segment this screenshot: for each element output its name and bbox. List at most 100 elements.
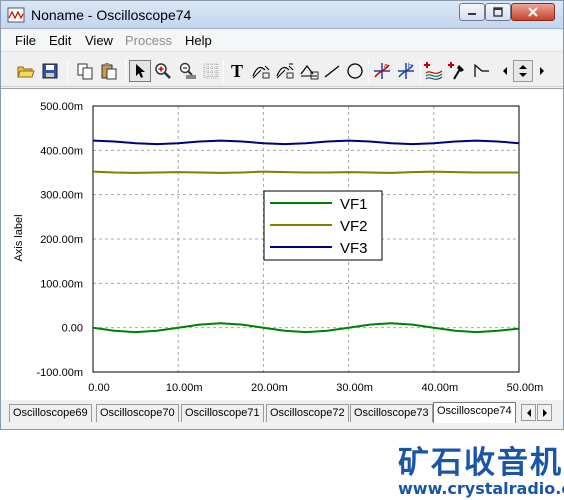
line-tool-button[interactable] [321,60,343,82]
svg-text:b: b [408,63,412,70]
toolbar-separator [368,60,369,82]
tab-oscilloscope69[interactable]: Oscilloscope69 [9,404,92,422]
legend[interactable]: VF1 VF2 VF3 [263,190,383,261]
series-line-vf3 [92,139,520,146]
toolbar-up-down-spinner[interactable] [513,60,533,82]
chevron-right-icon [542,408,547,417]
up-down-arrows-icon [519,65,527,77]
copy-button[interactable] [74,60,96,82]
chevron-right-icon [540,67,544,75]
step-response-button[interactable] [471,60,493,82]
tab-oscilloscope71[interactable]: Oscilloscope71 [181,404,264,422]
legend-label-vf3: VF3 [340,240,368,257]
toolbar-separator [67,60,68,82]
x-tick-label: 40.00m [421,382,458,394]
toolbar-separator [420,60,421,82]
menu-file[interactable]: File [15,33,36,48]
probe-button[interactable] [447,60,469,82]
minimize-button[interactable] [459,3,485,21]
zoom-in-button[interactable] [152,60,174,82]
tab-scroll-left-button[interactable] [521,404,536,421]
y-tick-label: -100.00m [37,367,83,379]
legend-label-vf2: VF2 [340,218,368,235]
svg-text:a: a [384,63,388,70]
label-tool-button[interactable] [298,60,320,82]
tab-oscilloscope74[interactable]: Oscilloscope74 [433,402,516,423]
legend-label-vf1: VF1 [340,196,368,213]
text-tool-button[interactable]: T [226,60,248,82]
probe-icon [448,62,464,80]
tab-oscilloscope73[interactable]: Oscilloscope73 [350,404,433,422]
zoom-in-icon [155,63,171,79]
y-tick-label: 400.00m [40,145,83,157]
toolbar-separator [223,60,224,82]
cursor-b-button[interactable] [274,60,296,82]
paste-button[interactable] [98,60,120,82]
add-trace-button[interactable] [423,60,445,82]
maximize-button[interactable] [485,3,511,21]
grid-toggle-button[interactable] [200,60,222,82]
toolbar: T a b [1,51,563,87]
text-tool-icon: T [230,60,243,81]
menu-view[interactable]: View [85,33,113,48]
tab-oscilloscope72[interactable]: Oscilloscope72 [266,404,349,422]
close-button[interactable] [511,3,555,21]
add-trace-icon [424,62,443,80]
cursor-a-marker-button[interactable]: a [371,60,393,82]
save-button[interactable] [39,60,61,82]
x-tick-label: 10.00m [166,382,203,394]
copy-icon [77,63,93,80]
toolbar-separator [125,60,126,82]
oscilloscope-app-icon [7,7,25,23]
oscilloscope-window: Noname - Oscilloscope74 File Edit View P… [0,0,564,430]
y-tick-label: 200.00m [40,234,83,246]
oscilloscope-plot-area[interactable]: 500.00m 400.00m 300.00m 200.00m 100.00m 0.00-… [1,88,563,400]
tab-oscilloscope70[interactable]: Oscilloscope70 [96,404,179,422]
x-tick-label: 0.00 [88,382,109,394]
crosshair-b-icon: b [398,63,414,79]
zoom-100-icon [179,62,196,79]
menu-bar: File Edit View Process Help [1,30,563,50]
select-pointer-button[interactable] [129,60,151,82]
oscilloscope-chart[interactable]: 500.00m 400.00m 300.00m 200.00m 100.00m 0.00-… [1,89,563,401]
cursor-b-marker-button[interactable]: b [395,60,417,82]
window-title: Noname - Oscilloscope74 [31,7,192,23]
x-tick-label: 20.00m [251,382,288,394]
title-bar[interactable]: Noname - Oscilloscope74 [1,1,563,29]
menu-process[interactable]: Process [125,33,172,48]
line-tool-icon [324,65,340,78]
menu-help[interactable]: Help [185,33,212,48]
paste-icon [101,63,117,80]
open-button[interactable] [15,60,37,82]
toolbar-scroll-right[interactable] [535,60,549,82]
y-axis-label: Axis label [13,214,25,261]
minimize-icon [468,13,476,15]
oscilloscope-tab-bar: Oscilloscope69 Oscilloscope70 Oscillosco… [1,401,563,429]
label-tool-icon [300,65,319,80]
ellipse-tool-button[interactable] [344,60,366,82]
ellipse-tool-icon [347,63,363,79]
crosshair-a-icon: a [374,63,390,79]
zoom-100-button[interactable] [176,60,198,82]
x-tick-label: 30.00m [336,382,373,394]
series-line-vf2 [92,170,519,174]
dotted-grid-icon [203,63,219,79]
y-tick-label: 500.00m [40,101,83,113]
pointer-arrow-icon [136,64,145,78]
y-tick-label: 100.00m [40,278,83,290]
save-disk-icon [42,63,58,79]
chevron-left-icon [503,67,507,75]
toolbar-scroll-left[interactable] [498,60,512,82]
watermark-url-text: www.crystalradio.cn [398,479,564,498]
maximize-icon [493,7,503,17]
menu-edit[interactable]: Edit [49,33,71,48]
tab-scroll-right-button[interactable] [537,404,552,421]
step-response-icon [474,63,489,77]
cursor-a-button[interactable] [250,60,272,82]
x-tick-label: 50.00m [507,382,544,394]
chevron-left-icon [526,408,531,417]
y-tick-label: 300.00m [40,190,83,202]
open-folder-icon [17,66,35,78]
cursor-a-icon [252,65,270,79]
watermark-brand-text: 矿石收音机 [398,445,563,481]
